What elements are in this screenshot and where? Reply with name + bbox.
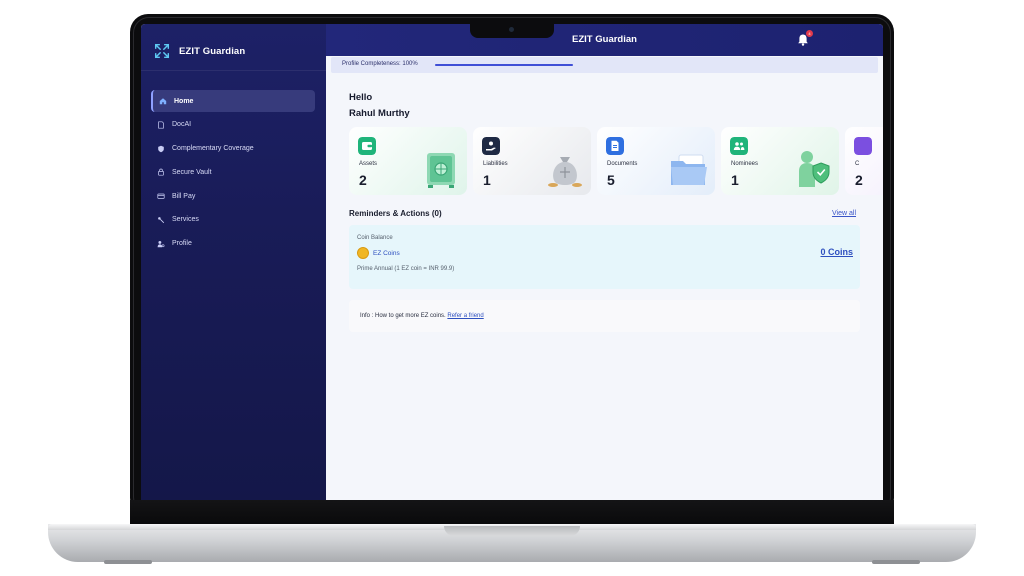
card-icon (157, 193, 165, 199)
app-screen: EZIT Guardian Home DocAI Complementary C… (141, 24, 883, 500)
sidebar-divider (141, 70, 326, 71)
sidebar-item-label: Bill Pay (172, 192, 196, 200)
reminders-title: Reminders & Actions (0) (349, 209, 442, 218)
profile-progress: Profile Completeness: 100% (331, 57, 878, 73)
card-value: 1 (483, 172, 491, 188)
notification-badge: 4 (806, 30, 813, 37)
home-icon (159, 98, 167, 105)
profile-progress-label: Profile Completeness: 100% (342, 61, 418, 67)
coin-balance-panel: Coin Balance EZ Coins Prime Annual (1 EZ… (349, 225, 860, 289)
info-message: Info : How to get more EZ coins. (360, 313, 446, 319)
card-liabilities[interactable]: Liabilities 1 (473, 127, 591, 195)
shield-icon (158, 145, 164, 152)
progress-track (435, 64, 573, 66)
coin-plan: Prime Annual (1 EZ coin = INR 99.9) (357, 266, 455, 272)
coin-balance-title: Coin Balance (357, 235, 393, 241)
camera-icon (509, 27, 514, 32)
card-label: Documents (607, 161, 638, 167)
card-label: Assets (359, 161, 378, 167)
laptop-frame: EZIT Guardian Home DocAI Complementary C… (0, 0, 1024, 576)
coin-icon (357, 247, 369, 259)
folder-illustration-icon (671, 154, 707, 185)
coin-name: EZ Coins (373, 250, 400, 257)
safe-illustration-icon (427, 153, 455, 188)
progress-fill (435, 64, 573, 66)
sidebar-item-complementary-coverage[interactable]: Complementary Coverage (151, 138, 315, 160)
partial-icon (854, 137, 872, 155)
sidebar: EZIT Guardian Home DocAI Complementary C… (141, 24, 326, 500)
hand-coin-icon (482, 137, 500, 155)
card-value: 2 (359, 172, 367, 188)
greeting-hello: Hello (349, 92, 373, 103)
sidebar-item-label: Services (172, 216, 199, 224)
laptop-foot-left (104, 560, 152, 564)
view-all-link[interactable]: View all (832, 210, 856, 217)
tools-icon (158, 217, 165, 224)
sidebar-item-label: Home (174, 97, 194, 105)
brand[interactable]: EZIT Guardian (153, 42, 245, 60)
sidebar-item-label: DocAI (172, 121, 192, 129)
card-nominees[interactable]: Nominees 1 (721, 127, 839, 195)
sidebar-item-home[interactable]: Home (151, 90, 315, 112)
top-bar: EZIT Guardian 4 (326, 24, 883, 56)
sidebar-item-profile[interactable]: Profile (151, 233, 315, 255)
money-bag-illustration-icon (548, 157, 582, 187)
document-icon (158, 121, 164, 129)
card-value: 1 (731, 172, 739, 188)
user-name: Rahul Murthy (349, 108, 410, 119)
card-value: 2 (855, 172, 863, 188)
card-label: Nominees (731, 161, 759, 167)
refer-friend-link[interactable]: Refer a friend (447, 313, 483, 319)
main-content: EZIT Guardian 4 Profile Completeness: 10… (326, 24, 883, 500)
sidebar-item-bill-pay[interactable]: Bill Pay (151, 185, 315, 207)
sidebar-item-label: Complementary Coverage (172, 145, 254, 153)
card-partial[interactable]: C 2 (845, 127, 883, 195)
lock-icon (158, 169, 164, 176)
card-label: Liabilities (483, 161, 508, 167)
info-panel: Info : How to get more EZ coins. Refer a… (349, 300, 860, 332)
brand-name: EZIT Guardian (179, 45, 246, 57)
sidebar-item-services[interactable]: Services (151, 209, 315, 231)
laptop-foot-right (872, 560, 920, 564)
card-value: 5 (607, 172, 615, 188)
laptop-chin (130, 500, 894, 524)
card-assets[interactable]: Assets 2 (349, 127, 467, 195)
coin-count-link[interactable]: 0 Coins (820, 247, 853, 257)
sidebar-item-docai[interactable]: DocAI (151, 114, 315, 136)
sidebar-item-label: Secure Vault (172, 168, 212, 176)
laptop-trackpad-notch (444, 526, 580, 536)
people-icon (730, 137, 748, 155)
person-shield-illustration-icon (799, 151, 830, 187)
sidebar-nav: Home DocAI Complementary Coverage Secure… (151, 90, 315, 257)
summary-cards: Assets 2 Liabilities 1 Documents 5 Nomin… (349, 127, 883, 195)
sidebar-item-label: Profile (172, 240, 192, 248)
brand-logo-icon (154, 43, 170, 59)
card-label: C (855, 161, 860, 167)
sidebar-item-secure-vault[interactable]: Secure Vault (151, 161, 315, 183)
wallet-icon (358, 137, 376, 155)
user-icon (157, 240, 165, 247)
document-icon (606, 137, 624, 155)
card-documents[interactable]: Documents 5 (597, 127, 715, 195)
info-text: Info : How to get more EZ coins. Refer a… (360, 313, 484, 319)
